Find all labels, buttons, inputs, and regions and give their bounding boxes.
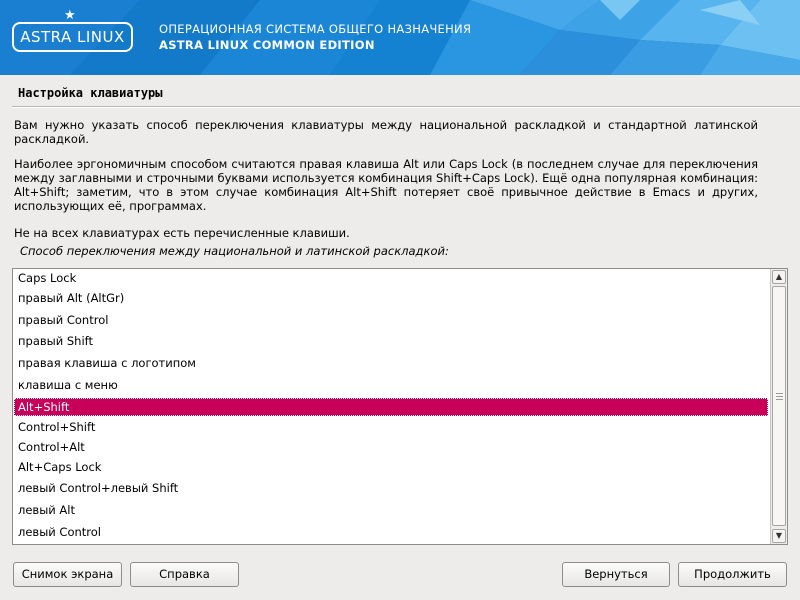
list-item[interactable]: Alt+Caps Lock bbox=[14, 458, 768, 476]
logo-text: ASTRA LINUX bbox=[20, 28, 125, 46]
list-item[interactable]: правый Shift bbox=[14, 332, 768, 350]
help-button[interactable]: Справка bbox=[130, 562, 239, 587]
list-item-selected[interactable]: Alt+Shift bbox=[14, 398, 768, 416]
list-item[interactable]: левый Alt bbox=[14, 501, 768, 519]
arrow-up-icon[interactable]: ▲ bbox=[772, 270, 786, 284]
list-item[interactable]: левый Control+левый Shift bbox=[14, 479, 768, 497]
description-paragraph-2: Наиболее эргономичным способом считаются… bbox=[14, 157, 758, 213]
arrow-down-icon[interactable]: ▼ bbox=[772, 529, 786, 543]
list-item[interactable]: правый Control bbox=[14, 311, 768, 329]
description-paragraph-3: Не на всех клавиатурах есть перечисленны… bbox=[14, 226, 350, 240]
screenshot-button[interactable]: Снимок экрана bbox=[13, 562, 122, 587]
description-paragraph-1: Вам нужно указать способ переключения кл… bbox=[14, 118, 758, 146]
astra-linux-logo: ASTRA LINUX bbox=[12, 22, 133, 52]
header-banner: ASTRA LINUX ★ ОПЕРАЦИОННАЯ СИСТЕМА ОБЩЕГ… bbox=[0, 0, 800, 75]
list-item[interactable]: клавиша с меню bbox=[14, 376, 768, 394]
scrollbar-thumb[interactable] bbox=[772, 286, 786, 526]
grip-icon bbox=[776, 393, 783, 400]
list-prompt: Способ переключения между национальной и… bbox=[20, 244, 449, 258]
star-icon: ★ bbox=[64, 8, 76, 23]
back-button[interactable]: Вернуться bbox=[562, 562, 670, 587]
list-item[interactable]: правый Alt (AltGr) bbox=[14, 289, 768, 307]
list-item[interactable]: Control+Alt bbox=[14, 438, 768, 456]
header-title-line1: ОПЕРАЦИОННАЯ СИСТЕМА ОБЩЕГО НАЗНАЧЕНИЯ bbox=[159, 22, 472, 36]
continue-button[interactable]: Продолжить bbox=[678, 562, 787, 587]
list-item[interactable]: правая клавиша с логотипом bbox=[14, 354, 768, 372]
list-item[interactable]: Caps Lock bbox=[14, 269, 768, 287]
header-title-line2: ASTRA LINUX COMMON EDITION bbox=[159, 38, 375, 52]
switch-method-list[interactable]: Caps Lock правый Alt (AltGr) правый Cont… bbox=[12, 268, 788, 545]
title-separator bbox=[12, 106, 800, 108]
list-item[interactable]: левый Control bbox=[14, 523, 768, 541]
list-scrollbar[interactable]: ▲ ▼ bbox=[770, 269, 787, 544]
list-item[interactable]: Control+Shift bbox=[14, 418, 768, 436]
page-title: Настройка клавиатуры bbox=[18, 86, 163, 100]
